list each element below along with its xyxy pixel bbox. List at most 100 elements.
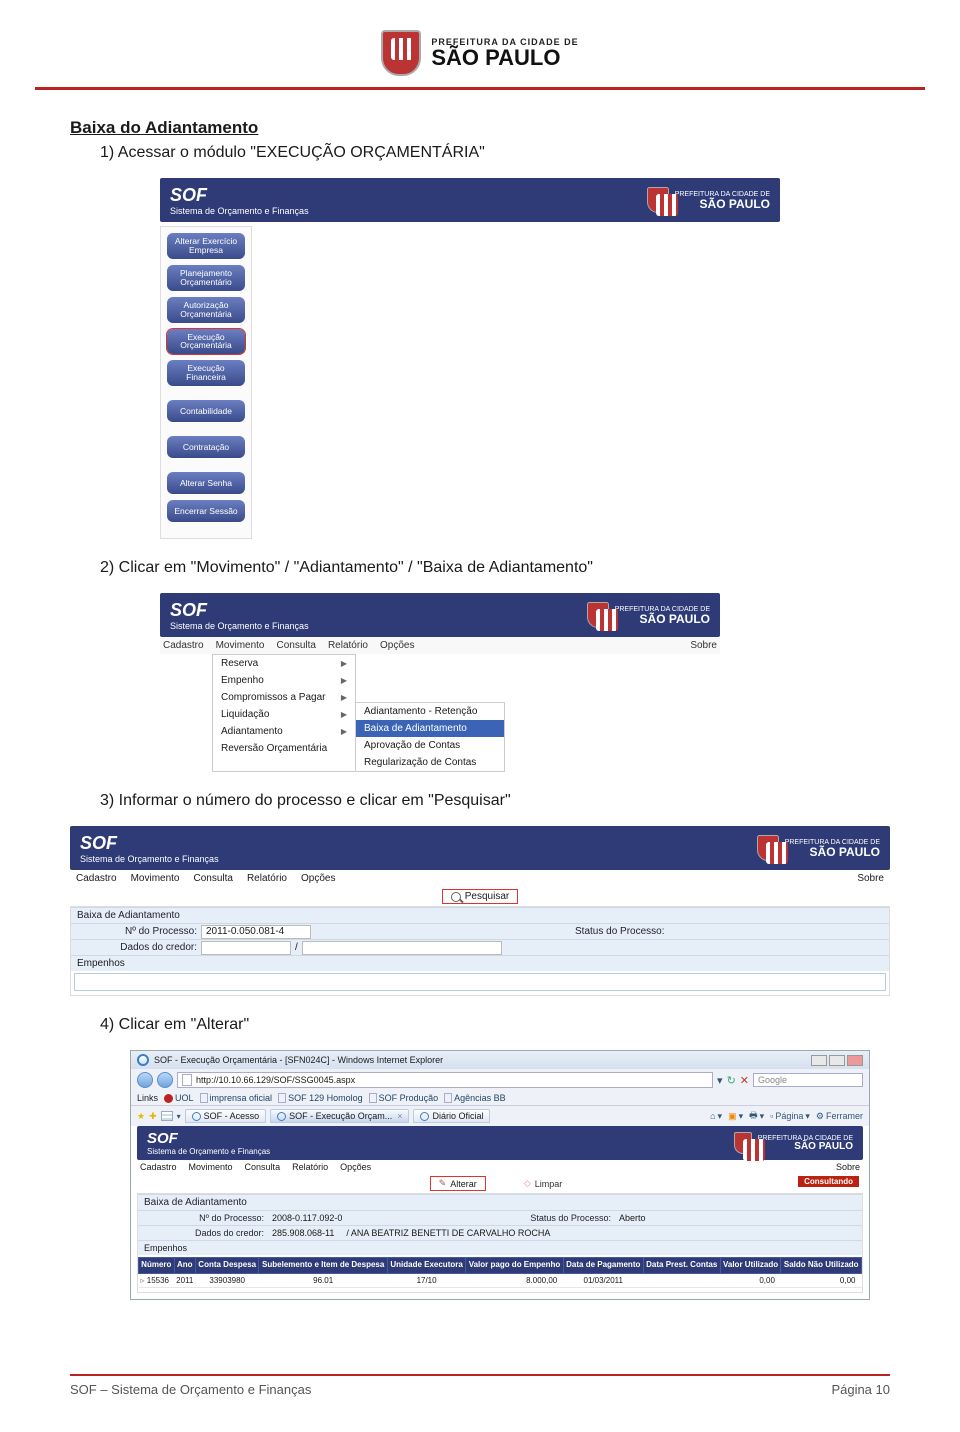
tab-sof-execucao[interactable]: SOF - Execução Orçam...× [270,1109,409,1123]
menuitem-retencao[interactable]: Adiantamento - Retenção [356,703,504,720]
menu-cadastro[interactable]: Cadastro [163,640,204,651]
close-button[interactable] [847,1055,863,1066]
page-icon [278,1093,286,1103]
stop-icon[interactable]: ✕ [740,1074,749,1087]
menuitem-reversao[interactable]: Reversão Orçamentária [213,740,355,757]
sof-banner: SOF Sistema de Orçamento e Finanças PREF… [70,826,890,870]
rss-icon: ▣ [728,1111,737,1122]
favorites-star-icon[interactable]: ★ [137,1111,145,1122]
sof-subtitle: Sistema de Orçamento e Finanças [170,621,309,631]
menu-sobre[interactable]: Sobre [836,1162,860,1172]
maximize-button[interactable] [829,1055,845,1066]
menu-movimento[interactable]: Movimento [131,873,180,884]
minimize-button[interactable] [811,1055,827,1066]
menu-opcoes[interactable]: Opções [380,640,414,651]
limpar-button[interactable]: ◇ Limpar [516,1176,570,1191]
refresh-icon[interactable]: ↻ [727,1074,736,1087]
tools-menu-button[interactable]: ⚙ Ferramer [816,1111,863,1122]
menu-movimento[interactable]: Movimento [189,1162,233,1172]
label-credor: Dados do credor: [138,1226,268,1240]
favlink-sofprod[interactable]: SOF Produção [369,1093,439,1103]
ie-logo-icon [192,1112,201,1121]
menu-consulta[interactable]: Consulta [276,640,315,651]
module-contabilidade[interactable]: Contabilidade [167,400,245,422]
menuitem-regularizacao-contas[interactable]: Regularização de Contas [356,754,504,771]
feeds-button[interactable]: ▣ ▾ [728,1111,743,1122]
chevron-right-icon: ▶ [341,693,347,702]
favlink-agencias[interactable]: Agências BB [444,1093,506,1103]
footer-right: Página 10 [831,1382,890,1397]
menu-relatorio[interactable]: Relatório [292,1162,328,1172]
forward-button[interactable] [157,1072,173,1088]
home-button[interactable]: ⌂ ▾ [710,1111,722,1122]
print-button[interactable]: 🖶 ▾ [749,1108,764,1124]
alterar-button[interactable]: ✎ Alterar [430,1176,486,1191]
module-encerrar-sessao[interactable]: Encerrar Sessão [167,500,245,522]
module-execucao-orcamentaria[interactable]: Execução Orçamentária [167,329,245,355]
menu-sobre[interactable]: Sobre [857,873,884,884]
menu-relatorio[interactable]: Relatório [328,640,368,651]
menu-relatorio[interactable]: Relatório [247,873,287,884]
input-nprocesso[interactable]: 2011-0.050.081-4 [201,925,311,939]
label-credor: Dados do credor: [71,940,201,955]
pesquisar-button[interactable]: Pesquisar [442,889,518,904]
tab-diario-oficial[interactable]: Diário Oficial [413,1109,490,1123]
close-tab-icon[interactable]: × [397,1111,402,1121]
menu-consulta[interactable]: Consulta [193,873,232,884]
menuitem-aprovacao-contas[interactable]: Aprovação de Contas [356,737,504,754]
step-1: 1) Acessar o módulo "EXECUÇÃO ORÇAMENTÁR… [100,144,890,162]
tab-sof-acesso[interactable]: SOF - Acesso [185,1109,267,1123]
table-row[interactable]: 15536 2011 33903980 96.01 17/10 8.000,00… [139,1273,862,1287]
city-shield-icon [734,1132,752,1154]
input-credor-num[interactable] [201,941,291,955]
menuitem-compromissos[interactable]: Compromissos a Pagar▶ [213,689,355,706]
menuitem-adiantamento[interactable]: Adiantamento▶ [213,723,355,740]
form-title: Baixa de Adiantamento [71,907,889,923]
step-3: 3) Informar o número do processo e clica… [100,792,890,810]
favlink-sof129[interactable]: SOF 129 Homolog [278,1093,363,1103]
page-header: PREFEITURA DA CIDADE DE SÃO PAULO [70,30,890,79]
sof-title: SOF [80,833,219,854]
address-bar[interactable]: http://10.10.66.129/SOF/SSG0045.aspx [177,1072,713,1088]
ie-window-title: SOF - Execução Orçamentária - [SFN024C] … [154,1055,443,1065]
screenshot-menu-modules: SOF Sistema de Orçamento e Finanças PREF… [160,172,890,553]
menu-opcoes[interactable]: Opções [340,1162,371,1172]
value-nprocesso: 2008-0.117.092-0 [268,1213,346,1223]
th-ano: Ano [174,1258,195,1273]
menuitem-liquidacao[interactable]: Liquidação▶ [213,706,355,723]
sof-subtitle: Sistema de Orçamento e Finanças [80,854,219,864]
favlink-imprensa[interactable]: imprensa oficial [200,1093,273,1103]
tab-grid-icon[interactable] [161,1111,173,1121]
module-alterar-senha[interactable]: Alterar Senha [167,472,245,494]
dropdown-adiantamento-sub: Adiantamento - Retenção Baixa de Adianta… [355,702,505,772]
module-planejamento[interactable]: Planejamento Orçamentário [167,265,245,291]
city-shield-icon [587,602,609,628]
menu-sobre[interactable]: Sobre [690,640,717,651]
add-favorite-icon[interactable]: ✚ [149,1111,157,1122]
module-autorizacao[interactable]: Autorização Orçamentária [167,297,245,323]
sof-banner: SOF Sistema de Orçamento e Finanças PREF… [160,178,780,222]
th-conta: Conta Despesa [195,1258,258,1273]
input-credor-nome[interactable] [302,941,502,955]
value-credor-num: 285.908.068-11 [268,1228,338,1238]
menu-movimento[interactable]: Movimento [216,640,265,651]
menu-opcoes[interactable]: Opções [301,873,335,884]
menuitem-empenho[interactable]: Empenho▶ [213,672,355,689]
page-menu-button[interactable]: ▫ Página ▾ [770,1111,810,1122]
baixa-form: Baixa de Adiantamento Nº do Processo: 20… [137,1193,863,1292]
menuitem-baixa-adiantamento[interactable]: Baixa de Adiantamento [356,720,504,737]
search-box[interactable]: Google [753,1073,863,1087]
menuitem-reserva[interactable]: Reserva▶ [213,655,355,672]
gear-icon: ⚙ [816,1111,824,1122]
module-contratacao[interactable]: Contratação [167,436,245,458]
sof-title: SOF [147,1130,270,1147]
menu-cadastro[interactable]: Cadastro [140,1162,177,1172]
menu-cadastro[interactable]: Cadastro [76,873,117,884]
ie-logo-icon [277,1112,286,1121]
favlink-uol[interactable]: UOL [164,1093,194,1103]
back-button[interactable] [137,1072,153,1088]
module-execucao-financeira[interactable]: Execução Financeira [167,360,245,386]
menu-consulta[interactable]: Consulta [245,1162,281,1172]
menubar: Cadastro Movimento Consulta Relatório Op… [70,870,890,887]
module-alterar-exercicio[interactable]: Alterar Exercício Empresa [167,233,245,259]
